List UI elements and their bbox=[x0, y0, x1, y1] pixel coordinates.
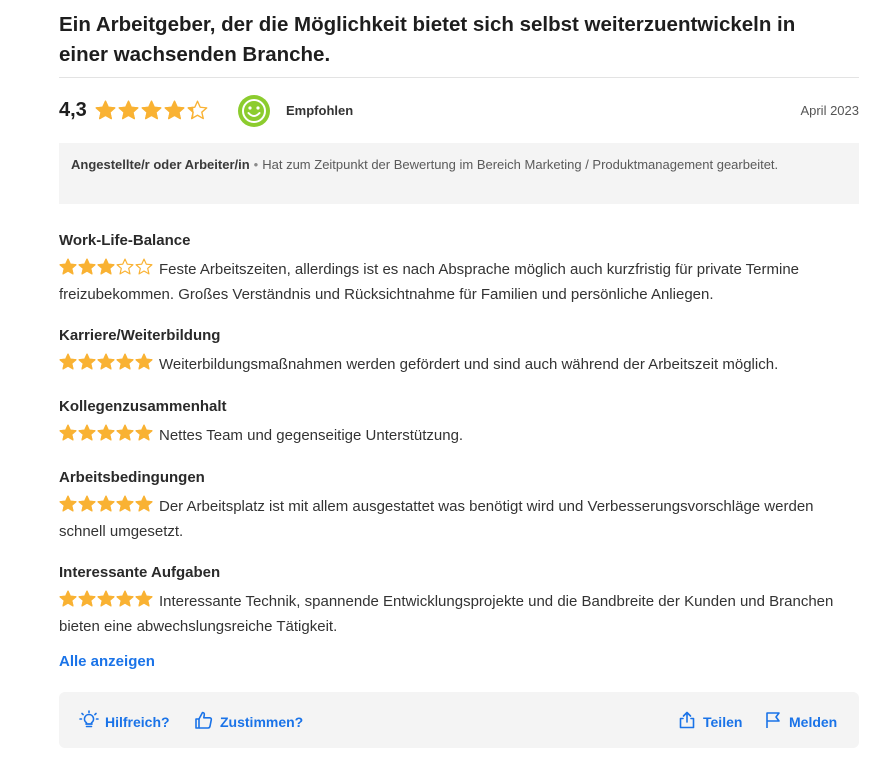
star-icon bbox=[97, 353, 115, 370]
star-icon bbox=[135, 424, 153, 441]
section-stars bbox=[59, 495, 153, 513]
section-text: Nettes Team und gegenseitige Unterstützu… bbox=[159, 427, 464, 444]
star-icon bbox=[116, 424, 134, 441]
review-date: April 2023 bbox=[800, 103, 859, 118]
section-arbeitsbedingungen: Arbeitsbedingungen Der Arbeitsplatz ist … bbox=[59, 468, 859, 544]
star-icon bbox=[59, 353, 77, 370]
star-icon bbox=[116, 353, 134, 370]
agree-label: Zustimmen? bbox=[220, 713, 304, 730]
section-title: Arbeitsbedingungen bbox=[59, 469, 205, 486]
star-icon bbox=[59, 258, 77, 275]
section-body: Feste Arbeitszeiten, allerdings ist es n… bbox=[59, 257, 859, 307]
star-icon bbox=[95, 100, 116, 120]
section-text: Feste Arbeitszeiten, allerdings ist es n… bbox=[59, 261, 800, 303]
star-icon bbox=[78, 353, 96, 370]
section-work-life-balance: Work-Life-Balance Feste Arbeitszeiten, a… bbox=[59, 231, 859, 307]
author-role: Angestellte/r oder Arbeiter/in bbox=[71, 157, 250, 172]
star-icon bbox=[164, 100, 185, 120]
action-bar: Hilfreich? Zustimmen? Teilen Melden bbox=[59, 692, 859, 748]
section-interessante-aufgaben: Interessante Aufgaben Interessante Techn… bbox=[59, 563, 859, 639]
report-button[interactable]: Melden bbox=[763, 710, 837, 733]
share-label: Teilen bbox=[703, 713, 743, 730]
star-icon bbox=[97, 495, 115, 512]
star-icon bbox=[116, 590, 134, 607]
star-icon bbox=[78, 424, 96, 441]
section-text: Interessante Technik, spannende Entwickl… bbox=[59, 593, 834, 635]
author-details: Hat zum Zeitpunkt der Bewertung im Berei… bbox=[262, 157, 779, 172]
star-icon bbox=[78, 258, 96, 275]
review-card: Ein Arbeitgeber, der die Möglichkeit bie… bbox=[0, 0, 892, 758]
section-text: Der Arbeitsplatz ist mit allem ausgestat… bbox=[59, 498, 814, 540]
share-icon bbox=[677, 710, 697, 733]
section-title: Kollegenzusammenhalt bbox=[59, 398, 227, 415]
star-icon bbox=[78, 495, 96, 512]
section-body: Nettes Team und gegenseitige Unterstützu… bbox=[59, 423, 859, 448]
star-icon bbox=[116, 495, 134, 512]
author-info: Angestellte/r oder Arbeiter/in • Hat zum Z… bbox=[59, 143, 859, 204]
section-text: Weiterbildungsmaßnahmen werden gefördert… bbox=[159, 356, 779, 373]
overall-stars bbox=[95, 100, 208, 121]
section-title: Interessante Aufgaben bbox=[59, 564, 221, 581]
section-body: Interessante Technik, spannende Entwickl… bbox=[59, 589, 859, 639]
share-button[interactable]: Teilen bbox=[677, 710, 742, 733]
show-all-link[interactable]: Alle anzeigen bbox=[59, 653, 155, 670]
review-title: Ein Arbeitgeber, der die Möglichkeit bie… bbox=[59, 13, 796, 66]
report-label: Melden bbox=[789, 713, 838, 730]
star-icon bbox=[59, 424, 77, 441]
section-stars bbox=[59, 258, 153, 276]
star-icon bbox=[118, 100, 139, 120]
star-icon bbox=[97, 590, 115, 607]
star-icon bbox=[135, 495, 153, 512]
helpful-button[interactable]: Hilfreich? bbox=[79, 710, 170, 733]
recommended-label: Empfohlen bbox=[286, 103, 354, 118]
section-karriere-weiterbildung: Karriere/Weiterbildung Weiterbildungsmaß… bbox=[59, 326, 859, 377]
star-icon bbox=[141, 100, 162, 120]
section-stars bbox=[59, 353, 153, 371]
section-stars bbox=[59, 590, 153, 608]
smiley-icon bbox=[238, 95, 270, 127]
star-icon bbox=[135, 353, 153, 370]
star-icon bbox=[116, 258, 134, 275]
star-icon bbox=[135, 258, 153, 275]
star-icon bbox=[135, 590, 153, 607]
helpful-label: Hilfreich? bbox=[105, 713, 170, 730]
section-body: Der Arbeitsplatz ist mit allem ausgestat… bbox=[59, 494, 859, 544]
section-title: Karriere/Weiterbildung bbox=[59, 327, 221, 344]
star-icon bbox=[97, 258, 115, 275]
section-stars bbox=[59, 424, 153, 442]
star-icon bbox=[187, 100, 208, 120]
section-body: Weiterbildungsmaßnahmen werden gefördert… bbox=[59, 352, 859, 377]
rating-row: 4,3 Empfohlen April 2023 bbox=[59, 94, 859, 128]
star-icon bbox=[59, 590, 77, 607]
agree-button[interactable]: Zustimmen? bbox=[194, 710, 303, 733]
lightbulb-icon bbox=[79, 710, 99, 733]
divider bbox=[59, 77, 859, 78]
flag-icon bbox=[763, 710, 783, 733]
overall-score: 4,3 bbox=[59, 99, 87, 121]
thumbs-up-icon bbox=[194, 710, 214, 733]
star-icon bbox=[78, 590, 96, 607]
star-icon bbox=[97, 424, 115, 441]
star-icon bbox=[59, 495, 77, 512]
separator-bullet: • bbox=[253, 157, 259, 172]
section-title: Work-Life-Balance bbox=[59, 232, 191, 249]
section-kollegenzusammenhalt: Kollegenzusammenhalt Nettes Team und geg… bbox=[59, 397, 859, 448]
